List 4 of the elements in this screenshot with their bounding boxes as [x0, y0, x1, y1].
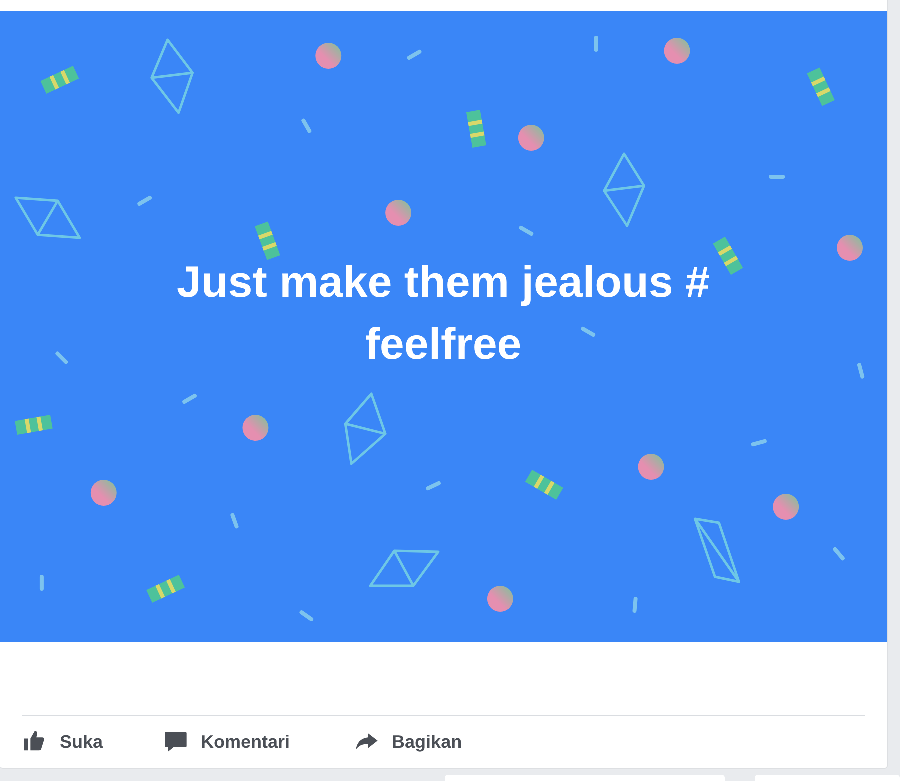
- share-button[interactable]: Bagikan: [352, 727, 464, 757]
- comment-button[interactable]: Komentari: [161, 727, 292, 757]
- post-text: Just make them jealous # feelfree: [176, 257, 712, 371]
- like-button[interactable]: Suka: [20, 727, 106, 757]
